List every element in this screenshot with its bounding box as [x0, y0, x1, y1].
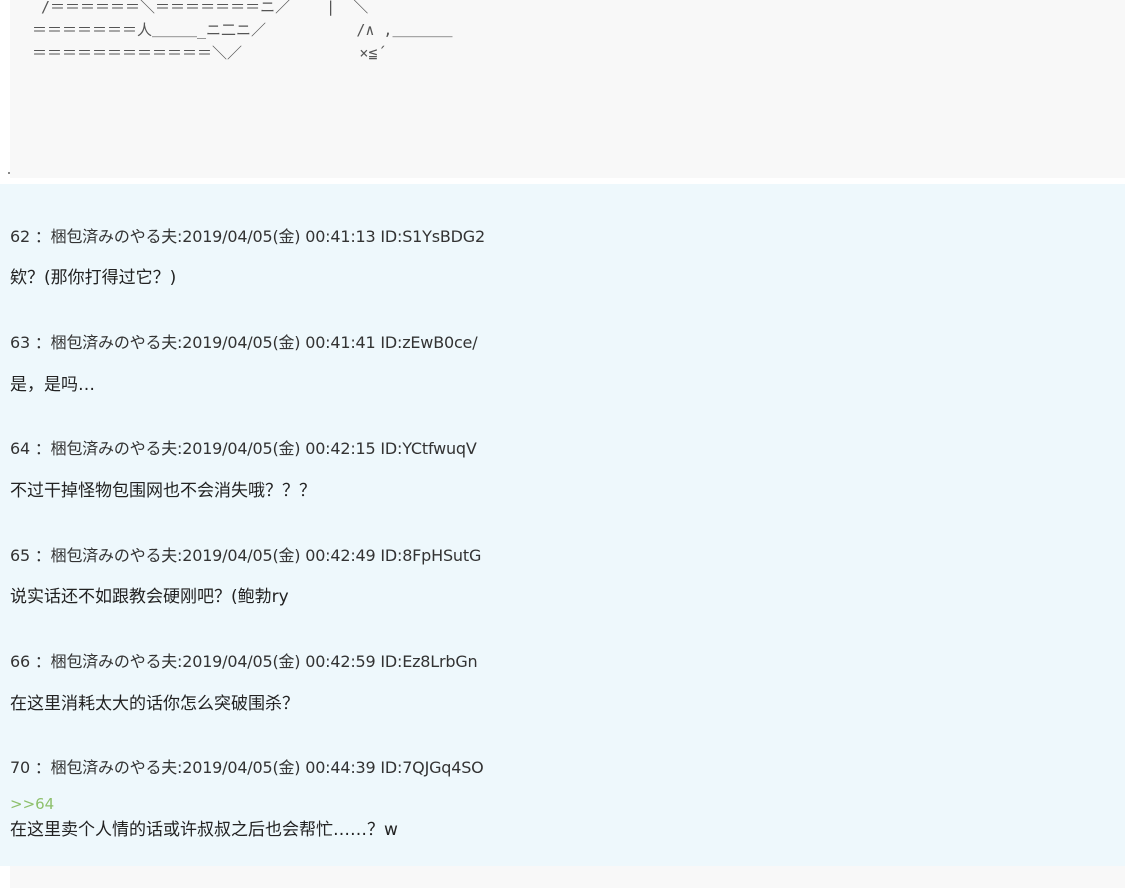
page: /＝＝＝＝＝＝＼＝＝＝＝＝＝＝ニ／ | ＼ ＝＝＝＝＝＝＝人＿＿＿_ニ二ニ／ /…: [0, 0, 1125, 888]
post-body-64: 不过干掉怪物包围网也不会消失哦？？？: [10, 481, 316, 501]
post-header-64: 64 ：梱包済みのやる夫:2019/04/05(金) 00:42:15 ID:Y…: [10, 439, 477, 458]
post-body-63: 是，是吗…: [10, 375, 95, 395]
post-body-62: 欸？(那你打得过它？): [10, 268, 177, 288]
post-header-62: 62 ：梱包済みのやる夫:2019/04/05(金) 00:41:13 ID:S…: [10, 227, 485, 246]
ascii-art: /＝＝＝＝＝＝＼＝＝＝＝＝＝＝ニ／ | ＼ ＝＝＝＝＝＝＝人＿＿＿_ニ二ニ／ /…: [32, 0, 453, 62]
post-header-65: 65 ：梱包済みのやる夫:2019/04/05(金) 00:42:49 ID:8…: [10, 546, 482, 565]
post-body-70: 在这里卖个人情的话或许叔叔之后也会帮忙……？w: [10, 820, 398, 840]
ascii-art-panel: /＝＝＝＝＝＝＼＝＝＝＝＝＝＝ニ／ | ＼ ＝＝＝＝＝＝＝人＿＿＿_ニ二ニ／ /…: [10, 0, 1125, 178]
post-header-63: 63 ：梱包済みのやる夫:2019/04/05(金) 00:41:41 ID:z…: [10, 333, 478, 352]
separator-dot: [8, 172, 10, 174]
post-header-70: 70 ：梱包済みのやる夫:2019/04/05(金) 00:44:39 ID:7…: [10, 758, 484, 777]
next-panel: [10, 866, 1125, 888]
post-body-66: 在这里消耗太大的话你怎么突破围杀？: [10, 694, 299, 714]
post-header-66: 66 ：梱包済みのやる夫:2019/04/05(金) 00:42:59 ID:E…: [10, 652, 478, 671]
post-body-65: 说实话还不如跟教会硬刚吧？(鲍勃ry: [10, 587, 289, 607]
reply-link-64[interactable]: >>64: [10, 795, 54, 813]
